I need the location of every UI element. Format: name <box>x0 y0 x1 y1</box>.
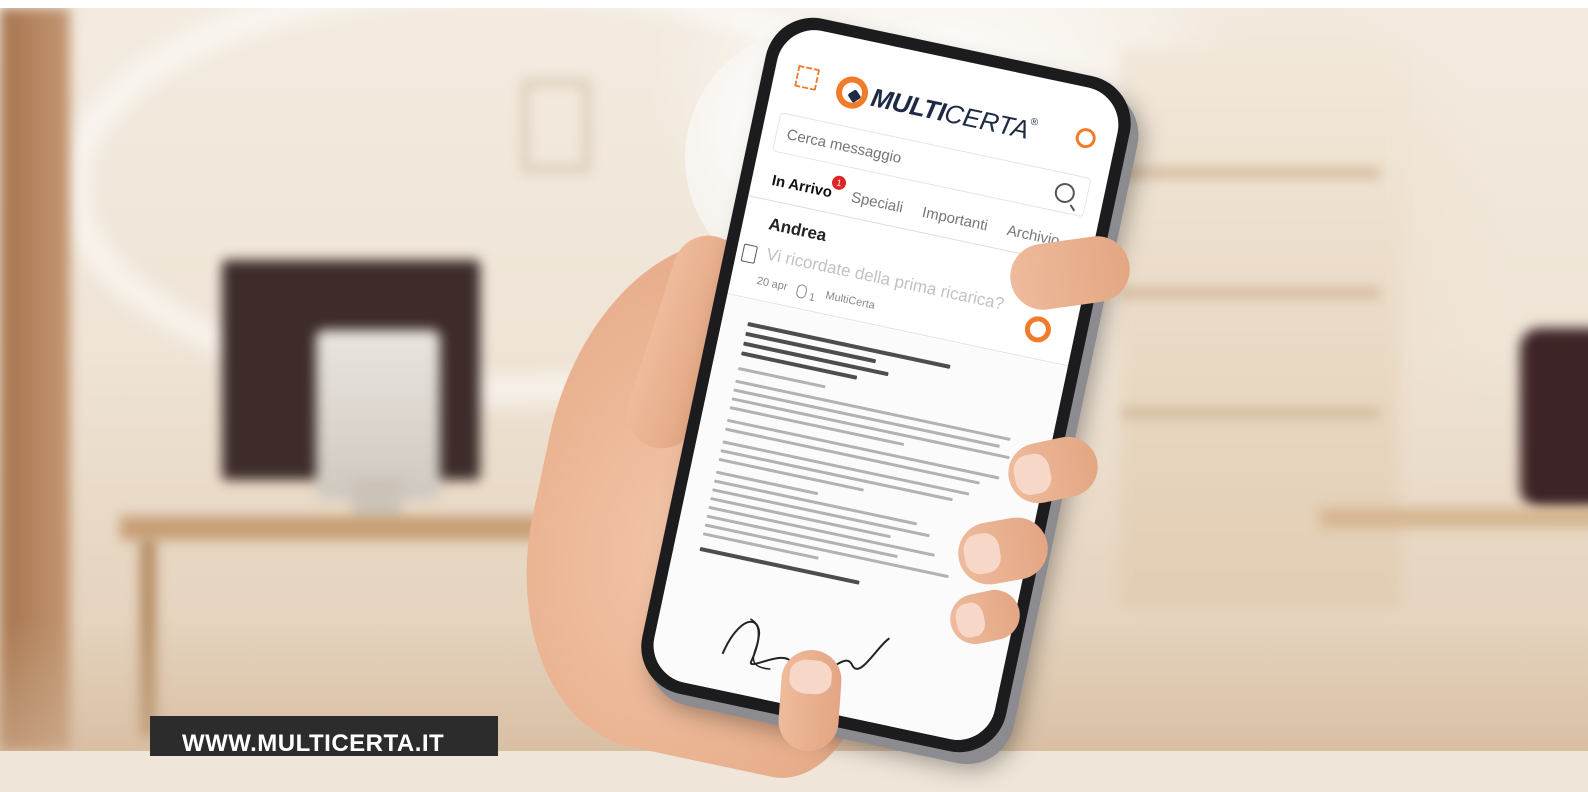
tab-label: In Arrivo <box>770 171 834 201</box>
paperclip-icon <box>795 283 809 300</box>
background-table <box>1320 508 1588 528</box>
search-icon[interactable] <box>1052 181 1077 205</box>
multicerta-app-icon[interactable] <box>1022 313 1054 345</box>
website-banner: WWW.MULTICERTA.IT <box>150 716 498 758</box>
attachment-count: 1 <box>807 291 817 305</box>
phone-frame: MULTI CERTA ® In Arrivo 1 Speciali Impor… <box>632 8 1140 762</box>
message-date: 20 apr <box>755 274 789 294</box>
unread-badge: 1 <box>830 174 848 191</box>
smartphone: MULTI CERTA ® In Arrivo 1 Speciali Impor… <box>632 8 1140 762</box>
background-desk <box>120 516 540 540</box>
document-icon <box>740 243 759 264</box>
message-sender: Andrea <box>767 214 829 246</box>
top-strip <box>0 0 1588 8</box>
tab-in-arrivo[interactable]: In Arrivo 1 <box>770 171 848 201</box>
gear-icon[interactable] <box>1073 126 1098 150</box>
logo-text-light: CERTA <box>941 97 1033 145</box>
tab-importanti[interactable]: Importanti <box>921 203 990 233</box>
logo-text-bold: MULTI <box>868 81 949 127</box>
background-computer <box>316 330 440 500</box>
expand-icon[interactable] <box>794 64 821 91</box>
registered-mark: ® <box>1029 116 1039 129</box>
background-chair <box>1520 328 1588 508</box>
multicerta-logo-icon <box>833 73 872 112</box>
message-subject: Vi ricordate della prima ricarica? <box>764 244 1006 314</box>
website-url[interactable]: WWW.MULTICERTA.IT <box>182 730 444 758</box>
wall-picture <box>522 80 590 172</box>
attachment-info: 1 <box>795 283 817 305</box>
hand-thumb-tip <box>776 648 844 753</box>
tab-speciali[interactable]: Speciali <box>850 188 905 216</box>
message-source: MultiCerta <box>824 289 876 312</box>
phone-screen: MULTI CERTA ® In Arrivo 1 Speciali Impor… <box>646 23 1126 747</box>
